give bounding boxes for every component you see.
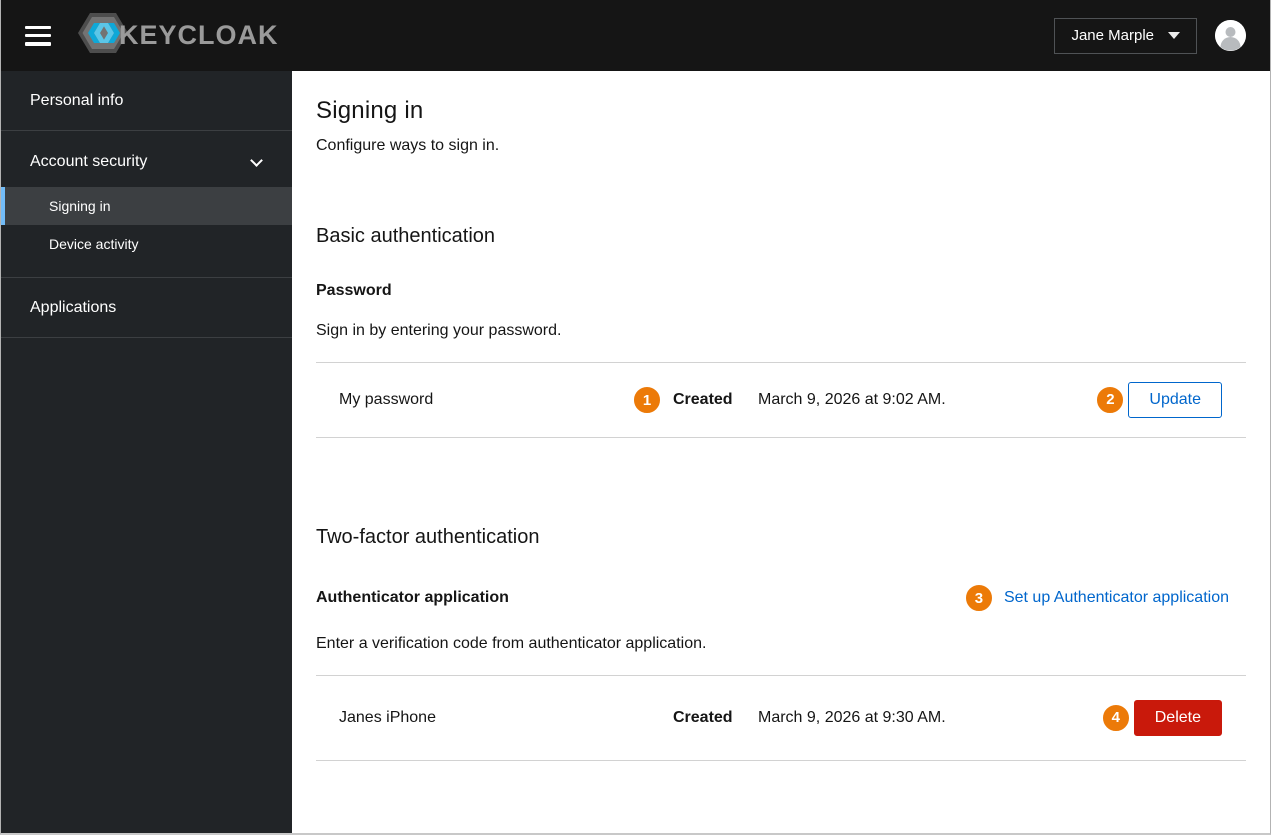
- masthead: KEYCLOAK Jane Marple: [1, 0, 1270, 71]
- credential-name: Janes iPhone: [339, 709, 436, 726]
- sidebar-item-label: Signing in: [49, 198, 111, 214]
- basic-authentication-section: Basic authentication Password Sign in by…: [316, 225, 1246, 438]
- credential-actions: 2 Update: [1095, 381, 1222, 419]
- annotation-badge-1: 1: [632, 385, 662, 415]
- annotation-badge-3: 3: [963, 583, 994, 613]
- sidebar-item-personal-info[interactable]: Personal info: [1, 71, 292, 131]
- masthead-right: Jane Marple: [1054, 17, 1246, 54]
- page-subtitle: Configure ways to sign in.: [316, 137, 500, 154]
- authenticator-description: Enter a verification code from authentic…: [316, 635, 707, 652]
- setup-authenticator-link[interactable]: Set up Authenticator application: [1004, 589, 1229, 607]
- created-label: Created: [673, 391, 733, 408]
- annotation-badge-2: 2: [1095, 384, 1126, 415]
- sidebar-nav: Personal info Account security Signing i…: [1, 71, 292, 833]
- sidebar-item-label: Device activity: [49, 236, 139, 252]
- user-avatar-icon[interactable]: [1215, 20, 1246, 51]
- account-security-subnav: Signing in Device activity: [1, 187, 292, 278]
- keycloak-logo[interactable]: KEYCLOAK: [77, 9, 279, 62]
- main-content: Signing in Configure ways to sign in. Ba…: [292, 71, 1270, 833]
- password-title: Password: [316, 282, 392, 299]
- two-factor-authentication-section: Two-factor authentication Authenticator …: [316, 526, 1246, 761]
- annotation-badge-4: 4: [1100, 702, 1131, 733]
- authenticator-application-header-row: Authenticator application 3 Set up Authe…: [316, 583, 1246, 613]
- page-title: Signing in: [316, 97, 424, 124]
- keycloak-account-window: KEYCLOAK Jane Marple Personal info Accou…: [0, 0, 1271, 835]
- credential-actions: 4 Delete: [1100, 699, 1222, 737]
- sidebar-item-label: Applications: [30, 299, 117, 316]
- user-menu-dropdown[interactable]: Jane Marple: [1054, 17, 1197, 54]
- sidebar-item-label: Account security: [30, 153, 148, 170]
- sidebar-item-applications[interactable]: Applications: [1, 278, 292, 338]
- two-factor-heading: Two-factor authentication: [316, 526, 540, 548]
- password-description: Sign in by entering your password.: [316, 322, 562, 339]
- chevron-down-icon: [1168, 32, 1180, 39]
- setup-authenticator-group: 3 Set up Authenticator application: [963, 583, 1229, 613]
- menu-icon[interactable]: [25, 25, 51, 46]
- authenticator-credential-row: Janes iPhone Created March 9, 2026 at 9:…: [316, 675, 1246, 761]
- sidebar-item-device-activity[interactable]: Device activity: [1, 225, 292, 263]
- password-credential-row: My password 1 Created March 9, 2026 at 9…: [316, 362, 1246, 438]
- created-value: March 9, 2026 at 9:02 AM.: [758, 391, 946, 408]
- created-value: March 9, 2026 at 9:30 AM.: [758, 709, 946, 726]
- created-label: Created: [673, 709, 733, 726]
- credential-name: My password: [339, 391, 434, 408]
- user-name: Jane Marple: [1071, 27, 1154, 44]
- delete-button[interactable]: Delete: [1133, 699, 1222, 737]
- basic-authentication-heading: Basic authentication: [316, 225, 496, 247]
- chevron-down-icon: [250, 153, 263, 167]
- update-button[interactable]: Update: [1128, 381, 1222, 419]
- sidebar-item-account-security[interactable]: Account security: [1, 131, 292, 187]
- authenticator-application-title: Authenticator application: [316, 589, 509, 606]
- brand-text: KEYCLOAK: [119, 20, 279, 50]
- sidebar-item-label: Personal info: [30, 92, 124, 109]
- sidebar-item-signing-in[interactable]: Signing in: [1, 187, 292, 225]
